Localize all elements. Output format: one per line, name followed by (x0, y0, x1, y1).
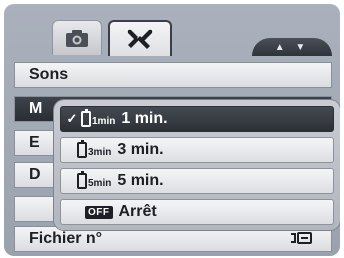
option-1-min[interactable]: ✓ 1min 1 min. (60, 106, 334, 132)
option-3-min[interactable]: 3min 3 min. (60, 137, 334, 163)
option-label: 5 min. (117, 172, 164, 189)
menu-row-label: Fichier n° (29, 230, 103, 247)
wrench-screwdriver-icon (127, 29, 153, 49)
tab-camera[interactable] (52, 20, 102, 55)
menu-row-label: M (29, 100, 43, 117)
option-off[interactable]: OFF Arrêt (60, 199, 334, 225)
option-label: Arrêt (118, 203, 157, 220)
scroll-indicator[interactable]: ▲ ▼ (252, 38, 332, 56)
file-number-icon (291, 232, 312, 244)
off-icon: OFF (85, 205, 113, 219)
battery-icon: 3min (77, 140, 111, 158)
menu-row-sons[interactable]: Sons (14, 62, 332, 88)
tab-setup[interactable] (108, 20, 172, 56)
check-icon: ✓ (66, 111, 78, 126)
power-off-popup: ✓ 1min 1 min. 3min 3 min. 5min 5 min. OF… (54, 100, 340, 230)
menu-row-label: D (29, 166, 41, 183)
option-5-min[interactable]: 5min 5 min. (60, 168, 334, 194)
battery-icon: 5min (77, 171, 111, 189)
menu-row-label: Sons (29, 66, 69, 83)
camera-icon (66, 30, 88, 47)
menu-row-label: E (29, 134, 40, 151)
camera-settings-screen: ▲ ▼ Sons M E D Fichier n° ✓ 1min 1 min. (4, 4, 340, 256)
option-label: 1 min. (121, 110, 168, 127)
option-label: 3 min. (117, 141, 164, 158)
battery-icon: 1min (81, 109, 115, 127)
